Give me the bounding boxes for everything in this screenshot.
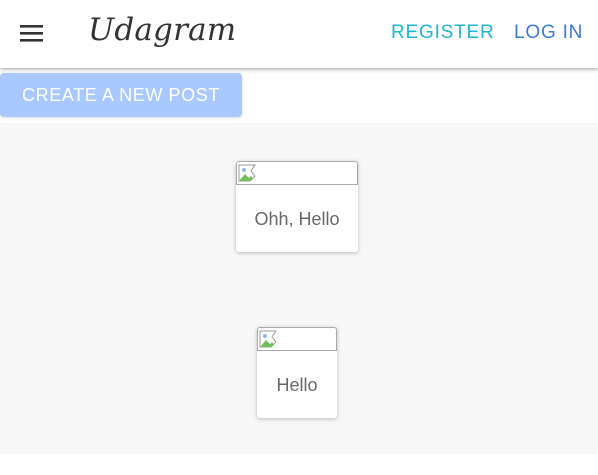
broken-image-icon: [259, 330, 277, 348]
post-card[interactable]: Hello: [257, 327, 337, 418]
top-toolbar: Udagram REGISTER LOG IN: [0, 0, 598, 68]
brand-logo[interactable]: Udagram: [88, 12, 236, 48]
post-image: [236, 161, 358, 185]
login-link[interactable]: LOG IN: [514, 22, 583, 44]
hamburger-menu-icon: [20, 25, 43, 42]
post-caption: Hello: [276, 375, 318, 395]
create-post-button[interactable]: CREATE A NEW POST: [0, 73, 242, 117]
post-feed: Ohh, Hello Hello: [0, 123, 598, 454]
menu-button[interactable]: [16, 20, 48, 48]
post-caption: Ohh, Hello: [254, 209, 340, 229]
register-link[interactable]: REGISTER: [391, 22, 495, 44]
app-page: Udagram REGISTER LOG IN CREATE A NEW POS…: [0, 0, 598, 475]
broken-image-icon: [238, 164, 256, 182]
post-image: [257, 327, 337, 351]
post-card[interactable]: Ohh, Hello: [236, 161, 358, 252]
